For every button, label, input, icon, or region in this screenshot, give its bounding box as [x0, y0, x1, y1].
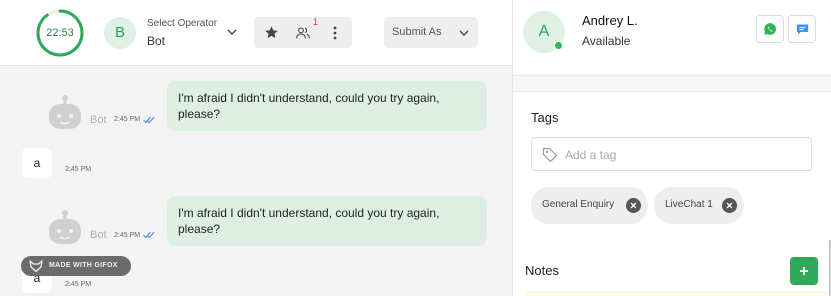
notes-area[interactable] [525, 291, 831, 296]
timer-text: 22:53 [46, 27, 74, 39]
plus-icon [800, 267, 808, 275]
whatsapp-channel-button[interactable] [756, 15, 784, 43]
bot-avatar-icon [49, 95, 81, 129]
message-time: 2:45 PM [114, 116, 141, 123]
read-receipt-icon [143, 231, 155, 239]
user-message-bubble: a [22, 148, 52, 178]
chevron-down-icon [459, 30, 469, 36]
participants-count-badge: 1 [313, 17, 319, 27]
more-options-button[interactable] [320, 17, 350, 48]
action-group [254, 17, 352, 48]
close-icon [630, 202, 637, 209]
chat-header: 22:53 B Select Operator Bot 1 Submit As [0, 0, 512, 66]
submit-as-dropdown[interactable]: Submit As [384, 17, 478, 48]
message-time: 2:45 PM [65, 281, 92, 288]
submit-as-label: Submit As [392, 26, 442, 38]
chevron-down-icon[interactable] [226, 26, 238, 38]
tags-title: Tags [531, 110, 559, 125]
tag-icon [542, 147, 558, 163]
message-sender: Bot [90, 229, 107, 241]
add-note-button[interactable] [790, 257, 818, 285]
session-timer: 22:53 [35, 8, 85, 58]
contact-panel: A Andrey L. Available Tags Add a tag Gen… [512, 0, 831, 296]
tag-chip: LiveChat 1 [654, 187, 744, 224]
remove-tag-button[interactable] [722, 198, 737, 213]
message-time: 2:45 PM [114, 232, 141, 239]
message-time: 2:45 PM [65, 166, 92, 173]
whatsapp-icon [764, 23, 777, 35]
section-divider [513, 76, 831, 92]
bot-message-bubble: I'm afraid I didn't understand, could yo… [167, 81, 487, 131]
contact-name: Andrey L. [582, 13, 638, 28]
tag-chip-label: General Enquiry [542, 199, 615, 210]
operator-select-label: Select Operator [147, 18, 218, 29]
users-icon [296, 26, 310, 38]
fox-icon [29, 260, 43, 273]
add-tag-input[interactable]: Add a tag [531, 137, 812, 171]
star-icon [264, 26, 278, 39]
online-status-dot [554, 41, 563, 50]
notes-title: Notes [525, 263, 559, 278]
star-button[interactable] [256, 17, 286, 48]
chat-panel: 22:53 B Select Operator Bot 1 Submit As … [0, 0, 512, 296]
bot-message-bubble: I'm afraid I didn't understand, could yo… [167, 196, 487, 246]
gifox-watermark: MADE WITH GIFOX [21, 256, 131, 276]
read-receipt-icon [143, 116, 155, 124]
message-sender: Bot [90, 114, 107, 126]
bot-avatar-icon [49, 210, 81, 244]
tag-input-placeholder: Add a tag [565, 148, 617, 162]
remove-tag-button[interactable] [626, 198, 641, 213]
watermark-text: MADE WITH GIFOX [49, 262, 118, 269]
contact-status: Available [582, 34, 631, 48]
operator-select-value[interactable]: Bot [147, 34, 165, 48]
tag-chip-label: LiveChat 1 [665, 199, 713, 210]
tag-chip: General Enquiry [531, 187, 648, 224]
livechat-channel-button[interactable] [788, 15, 816, 43]
more-vertical-icon [333, 26, 337, 39]
operator-avatar: B [104, 17, 136, 49]
chat-bubble-icon [796, 24, 808, 34]
close-icon [726, 202, 733, 209]
contact-header: A Andrey L. Available [513, 0, 831, 76]
